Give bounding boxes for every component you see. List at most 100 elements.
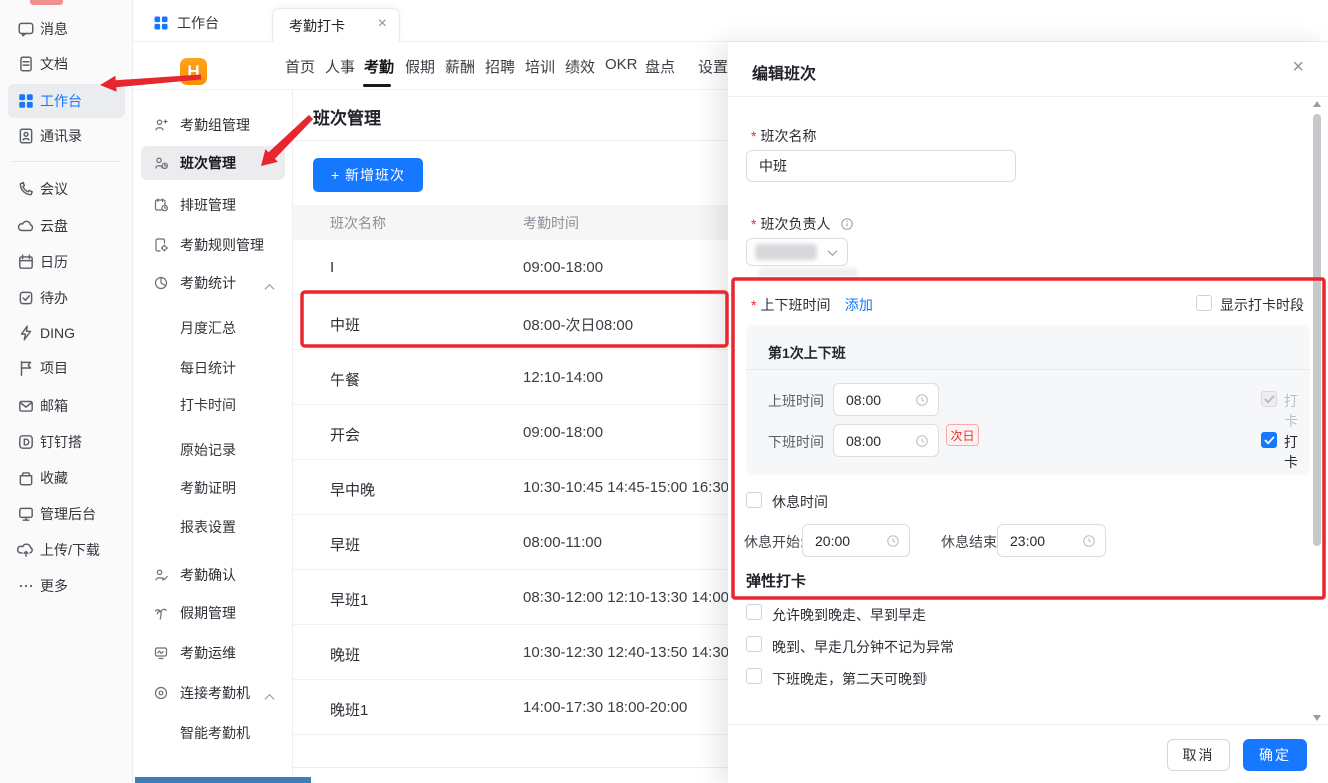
scroll-down-arrow-icon[interactable] xyxy=(1313,715,1321,721)
info-icon[interactable] xyxy=(840,217,854,231)
sidebar-item-docs[interactable]: 文档 xyxy=(8,47,125,81)
sidebar-item-workbench[interactable]: 工作台 xyxy=(8,84,125,118)
end-time-label: 下班时间 xyxy=(768,432,824,452)
end-punch-label: 打卡 xyxy=(1284,432,1310,472)
sidebar-item-transfer[interactable]: 上传/下载 xyxy=(8,533,125,567)
table-row[interactable]: 晚班114:00-17:30 18:00-20:00 xyxy=(293,680,728,735)
nav-inventory[interactable]: 盘点 xyxy=(645,56,675,78)
menu-raw-records[interactable]: 原始记录 xyxy=(141,433,285,467)
nav-holiday[interactable]: 假期 xyxy=(405,56,435,78)
menu-monthly-summary[interactable]: 月度汇总 xyxy=(141,311,285,345)
confirm-button[interactable]: 确定 xyxy=(1243,739,1307,771)
hr-app-logo[interactable]: H xyxy=(180,58,207,85)
sidebar-item-admin[interactable]: 管理后台 xyxy=(8,497,125,531)
nav-hr[interactable]: 人事 xyxy=(325,56,355,78)
nav-settings[interactable]: 设置 xyxy=(698,56,728,78)
menu-punch-time[interactable]: 打卡时间 xyxy=(141,388,285,422)
grid-icon xyxy=(17,92,35,110)
end-time-input[interactable]: 08:00 xyxy=(833,424,939,457)
sidebar-item-ding[interactable]: DING xyxy=(8,316,125,350)
left-sidebar: 消息 文档 工作台 通讯录 会议 云盘 日历 待办 DING 项目 邮箱 xyxy=(0,0,133,783)
add-period-link[interactable]: 添加 xyxy=(845,297,873,313)
sidebar-item-meeting[interactable]: 会议 xyxy=(8,172,125,206)
shift-manager-select[interactable] xyxy=(746,238,848,266)
start-time-input[interactable]: 08:00 xyxy=(833,383,939,416)
chat-bubble-icon xyxy=(17,20,35,38)
menu-holiday-manage[interactable]: 假期管理 xyxy=(141,596,285,630)
calendar-icon xyxy=(17,253,35,271)
flag-icon xyxy=(17,359,35,377)
nav-recruit[interactable]: 招聘 xyxy=(485,56,515,78)
menu-attendance-group[interactable]: 考勤组管理 xyxy=(141,108,285,142)
sidebar-item-calendar[interactable]: 日历 xyxy=(8,245,125,279)
start-punch-checkbox-disabled[interactable] xyxy=(1261,391,1277,407)
sidebar-item-project[interactable]: 项目 xyxy=(8,351,125,385)
tab-workbench[interactable]: 工作台 xyxy=(153,10,219,36)
sidebar-item-clouddrive[interactable]: 云盘 xyxy=(8,209,125,243)
document-icon xyxy=(17,55,35,73)
sidebar-item-mail[interactable]: 邮箱 xyxy=(8,389,125,423)
sidebar-item-contacts[interactable]: 通讯录 xyxy=(8,119,125,153)
table-row-selected[interactable]: 中班08:00-次日08:00 xyxy=(293,295,728,350)
nav-training[interactable]: 培训 xyxy=(525,56,555,78)
menu-attendance-confirm[interactable]: 考勤确认 xyxy=(141,558,285,592)
show-punch-period-label: 显示打卡时段 xyxy=(1220,295,1304,315)
nav-home[interactable]: 首页 xyxy=(285,56,315,78)
flex-option-checkbox[interactable] xyxy=(746,636,762,652)
menu-smart-machine[interactable]: 智能考勤机 xyxy=(141,716,285,750)
rest-start-input[interactable]: 20:00 xyxy=(802,524,910,557)
scrollbar-thumb[interactable] xyxy=(1313,114,1321,546)
rest-end-input[interactable]: 23:00 xyxy=(997,524,1106,557)
info-icon[interactable] xyxy=(914,671,928,685)
sidebar-item-todo[interactable]: 待办 xyxy=(8,281,125,315)
shift-name-input[interactable]: 中班 xyxy=(746,150,1016,182)
person-clock-icon xyxy=(153,155,169,171)
start-time-label: 上班时间 xyxy=(768,391,824,411)
menu-attendance-proof[interactable]: 考勤证明 xyxy=(141,471,285,505)
nav-attendance[interactable]: 考勤 xyxy=(364,56,394,78)
sidebar-item-favorites[interactable]: 收藏 xyxy=(8,461,125,495)
table-bottom-divider xyxy=(293,767,728,768)
sidebar-item-more[interactable]: 更多 xyxy=(8,569,125,603)
table-row[interactable]: 晚班10:30-12:30 12:40-13:50 14:30-19 xyxy=(293,625,728,680)
nav-active-indicator xyxy=(363,84,391,87)
end-punch-checkbox-checked[interactable] xyxy=(1261,432,1277,448)
chevron-up-icon[interactable] xyxy=(264,278,275,286)
close-icon[interactable]: × xyxy=(1292,56,1304,79)
table-row[interactable]: 开会09:00-18:00 xyxy=(293,405,728,460)
flex-option-checkbox[interactable] xyxy=(746,668,762,684)
table-row[interactable]: 早中晚10:30-10:45 14:45-15:00 16:30-16 xyxy=(293,460,728,515)
chevron-down-icon xyxy=(827,249,838,257)
nav-okr[interactable]: OKR xyxy=(605,56,638,78)
menu-daily-stats[interactable]: 每日统计 xyxy=(141,351,285,385)
sidebar-item-messages[interactable]: 消息 xyxy=(8,12,125,46)
clock-icon xyxy=(915,434,929,448)
menu-report-settings[interactable]: 报表设置 xyxy=(141,510,285,544)
modal-scrollbar[interactable] xyxy=(1312,98,1322,724)
menu-attendance-ops[interactable]: 考勤运维 xyxy=(141,636,285,670)
menu-attendance-stats[interactable]: 考勤统计 xyxy=(141,266,285,300)
close-tab-icon[interactable]: × xyxy=(378,15,387,33)
tab-attendance-punch[interactable]: 考勤打卡 × xyxy=(272,8,400,42)
table-row[interactable]: 早班08:00-11:00 xyxy=(293,515,728,570)
menu-connect-machine[interactable]: 连接考勤机 xyxy=(141,676,285,710)
cancel-button[interactable]: 取消 xyxy=(1167,739,1230,771)
menu-shift-manage[interactable]: 班次管理 xyxy=(141,146,285,180)
scroll-up-arrow-icon[interactable] xyxy=(1313,101,1321,107)
add-shift-button[interactable]: + 新增班次 xyxy=(313,158,423,192)
period-title: 第1次上下班 xyxy=(768,343,846,363)
chevron-up-icon[interactable] xyxy=(264,688,275,696)
show-punch-period-checkbox[interactable] xyxy=(1196,295,1212,311)
table-row[interactable]: 午餐12:10-14:00 xyxy=(293,350,728,405)
shift-manager-label: *班次负责人 xyxy=(751,214,854,234)
flex-option-checkbox[interactable] xyxy=(746,604,762,620)
sidebar-item-dingtalk-builder[interactable]: 钉钉搭 xyxy=(8,425,125,459)
target-circle-icon xyxy=(153,685,169,701)
nav-performance[interactable]: 绩效 xyxy=(565,56,595,78)
menu-schedule-manage[interactable]: 排班管理 xyxy=(141,188,285,222)
menu-rules-manage[interactable]: 考勤规则管理 xyxy=(141,228,285,262)
rest-time-checkbox[interactable] xyxy=(746,492,762,508)
table-row[interactable]: I09:00-18:00 xyxy=(293,240,728,295)
nav-payroll[interactable]: 薪酬 xyxy=(445,56,475,78)
table-row[interactable]: 早班108:30-12:00 12:10-13:30 14:00-18 xyxy=(293,570,728,625)
